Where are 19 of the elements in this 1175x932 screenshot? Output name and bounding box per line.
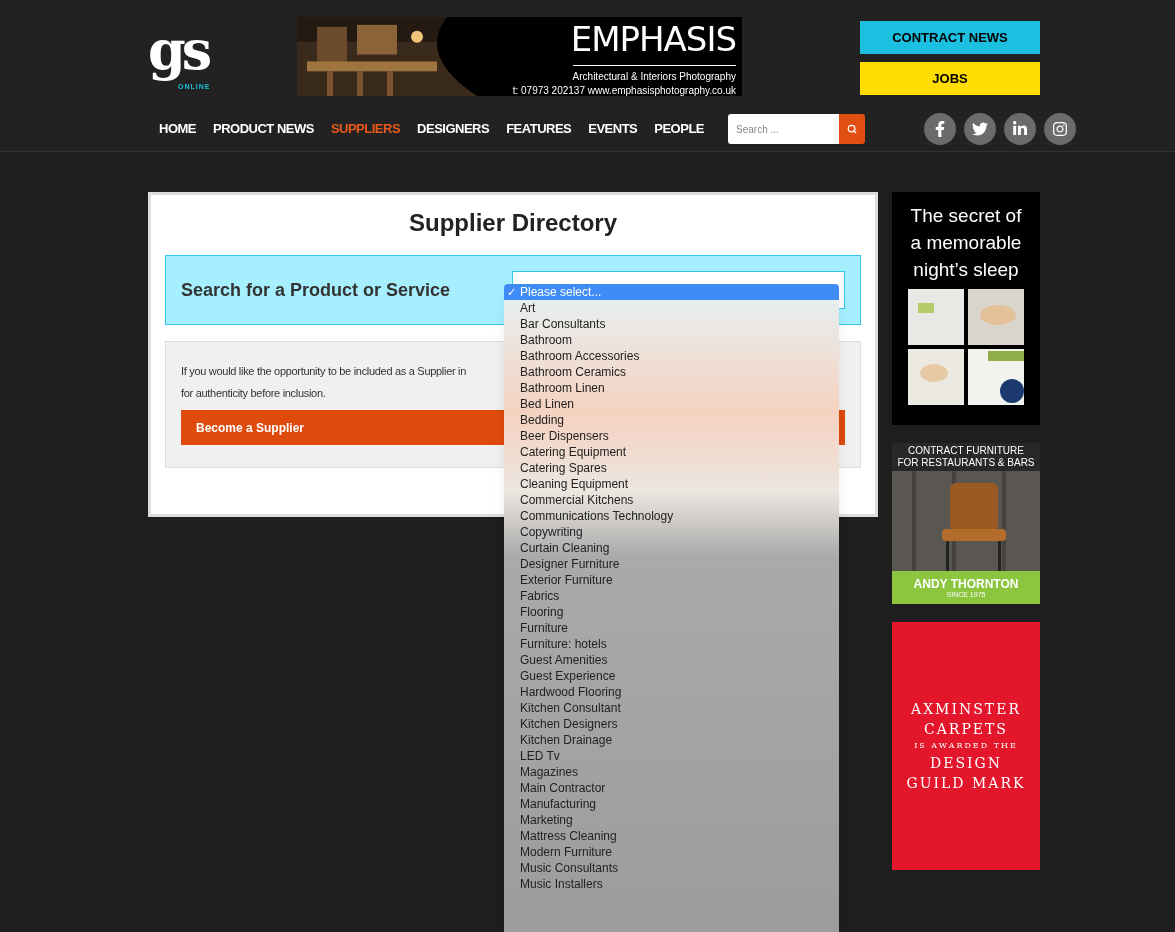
banner-brand: EMPHASIS — [570, 19, 736, 59]
ad-text: AXMINSTER — [911, 700, 1021, 719]
info-text: for authenticity before inclusion. — [181, 386, 326, 401]
ad-text: IS AWARDED THE — [914, 740, 1018, 752]
checkmark: ✓ — [506, 285, 517, 300]
ad-text: GUILD MARK — [906, 774, 1026, 793]
info-text: If you would like the opportunity to be included as a Supplier in — [181, 364, 467, 379]
ad-text: a memorable — [910, 231, 1022, 255]
directory-title: Supplier Directory — [407, 208, 619, 238]
ad-brand: ANDY THORNTON — [913, 576, 1019, 591]
banner-contact: t: 07973 202137 www.emphasisphotography.co.uk — [512, 84, 736, 98]
ad-text: DESIGN — [930, 754, 1002, 773]
ad-text: night’s sleep — [913, 258, 1019, 282]
ad-text: CARPETS — [924, 720, 1008, 739]
banner-tagline: Architectural & Interiors Photography — [572, 65, 736, 84]
ad-text: CONTRACT FURNITURE — [908, 445, 1024, 457]
ad-text: FOR RESTAURANTS & BARS — [897, 457, 1035, 469]
search-label: Search for a Product or Service — [181, 278, 451, 302]
ad-text: The secret of — [910, 204, 1022, 228]
